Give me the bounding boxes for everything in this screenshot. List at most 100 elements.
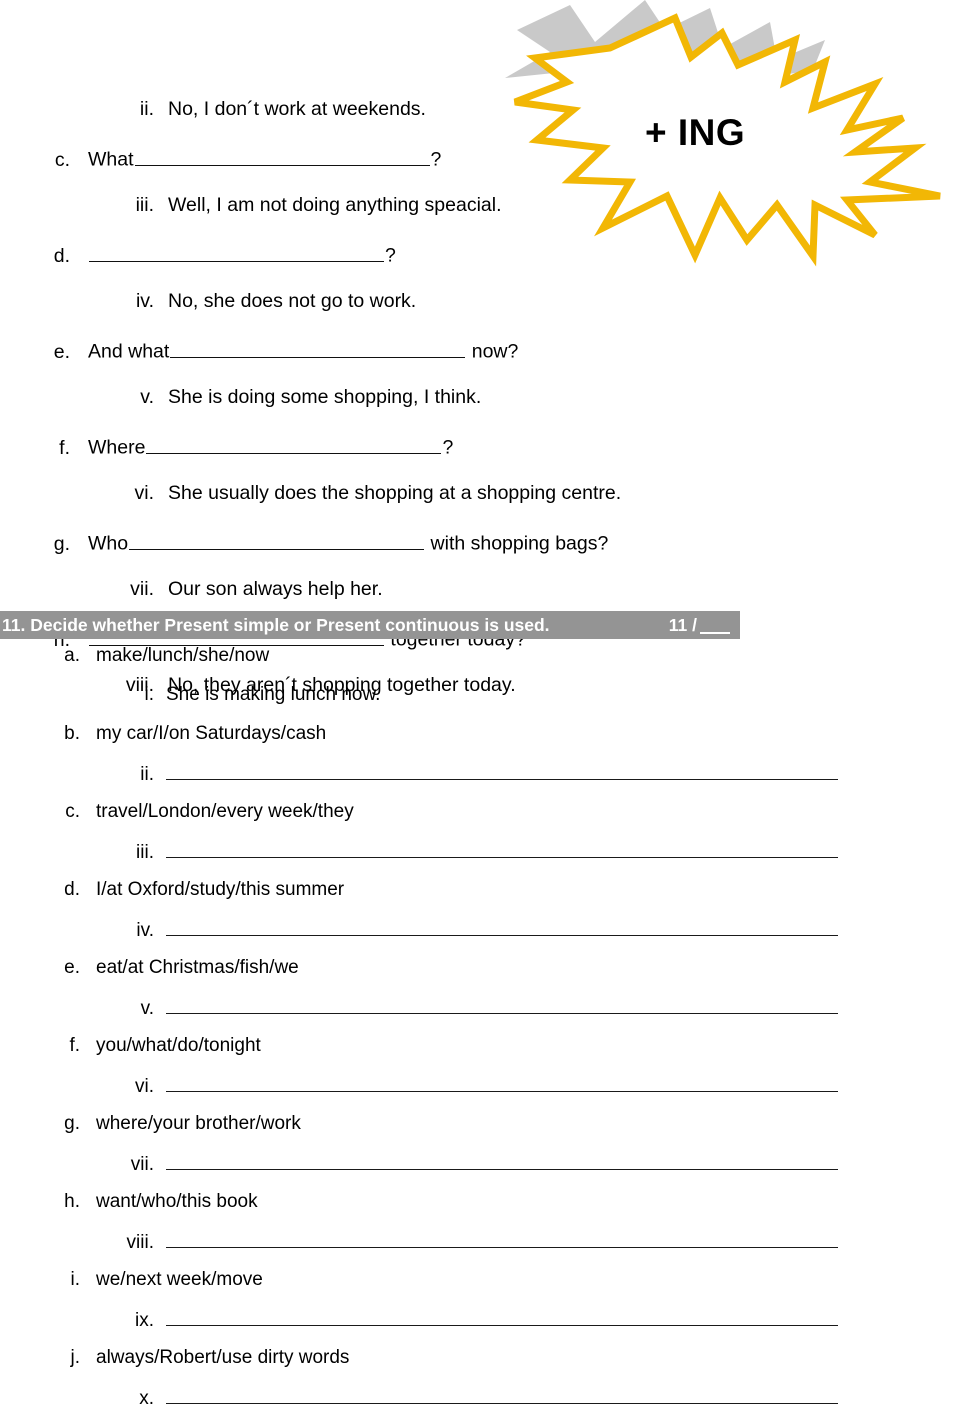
dialogue-letter-marker: g.	[53, 532, 70, 555]
dialogue-row: iv. No, she does not go to work.	[0, 290, 960, 338]
dialogue-text: ?	[385, 244, 396, 267]
fill-in-blank[interactable]	[170, 338, 466, 358]
dialogue-line: ?	[88, 242, 396, 268]
exercise-roman-marker: x.	[139, 1388, 154, 1410]
exercise-row: i. She is making lunch now.	[0, 684, 960, 723]
dialogue-text: Well, I am not doing anything speacial.	[168, 194, 502, 216]
exercise-prompt-text: my car/I/on Saturdays/cash	[96, 723, 327, 744]
exercise-section: a. make/lunch/she/now i. She is making lunc…	[0, 645, 960, 1425]
exercise-row: iii.	[0, 840, 960, 879]
exercise-letter-marker: e.	[64, 957, 80, 978]
answer-blank[interactable]	[166, 1230, 838, 1249]
section-score-blank[interactable]	[700, 631, 730, 634]
dialogue-text: No, she does not go to work.	[168, 290, 417, 312]
dialogue-roman-marker: v.	[140, 386, 154, 408]
answer-blank[interactable]	[166, 1308, 838, 1327]
answer-blank[interactable]	[166, 840, 838, 859]
exercise-roman-marker: viii.	[126, 1232, 154, 1254]
exercise-roman-marker: vii.	[130, 1154, 154, 1176]
section-score: 11 /	[669, 615, 730, 636]
dialogue-line: Who with shopping bags?	[88, 530, 608, 556]
dialogue-text: And what	[88, 340, 170, 363]
dialogue-row: v. She is doing some shopping, I think.	[0, 386, 960, 434]
answer-blank[interactable]	[166, 996, 838, 1015]
exercise-letter-marker: j.	[70, 1347, 81, 1368]
dialogue-text: now?	[466, 340, 519, 363]
dialogue-row: f. Where?	[0, 434, 960, 482]
exercise-prompt-text: I/at Oxford/study/this summer	[96, 879, 345, 900]
dialogue-row: g. Who with shopping bags?	[0, 530, 960, 578]
exercise-roman-marker: iv.	[136, 920, 154, 942]
dialogue-roman-marker: iii.	[135, 194, 154, 216]
dialogue-roman-marker: vi.	[134, 482, 155, 504]
dialogue-text: ?	[442, 436, 454, 459]
exercise-row: vii.	[0, 1152, 960, 1191]
dialogue-row: d.?	[0, 242, 960, 290]
exercise-roman-marker: v.	[140, 998, 154, 1020]
exercise-prompt-text: travel/London/every week/they	[96, 801, 354, 822]
exercise-row: g. where/your brother/work	[0, 1113, 960, 1152]
fill-in-blank[interactable]	[134, 146, 430, 166]
exercise-prompt-text: want/who/this book	[96, 1191, 258, 1212]
dialogue-line: And what now?	[88, 338, 518, 364]
answer-blank[interactable]	[166, 1386, 838, 1405]
dialogue-line: No, she does not go to work.	[168, 290, 416, 313]
dialogue-roman-marker: ii.	[139, 98, 154, 120]
exercise-roman-marker: ix.	[135, 1310, 154, 1332]
exercise-letter-marker: b.	[64, 723, 80, 744]
exercise-row: ix.	[0, 1308, 960, 1347]
exercise-roman-marker: ii.	[140, 764, 154, 786]
fill-in-blank[interactable]	[146, 434, 442, 454]
dialogue-row: c. What?	[0, 146, 960, 194]
dialogue-text: Our son always help her.	[168, 578, 383, 600]
answer-blank[interactable]	[166, 762, 838, 781]
dialogue-line: She usually does the shopping at a shopp…	[168, 482, 621, 505]
dialogue-row: ii. No, I don´t work at weekends.	[0, 98, 960, 146]
exercise-row: v.	[0, 996, 960, 1035]
exercise-row: d. I/at Oxford/study/this summer	[0, 879, 960, 918]
exercise-letter-marker: d.	[64, 879, 80, 900]
dialogue-text: Who	[88, 532, 129, 555]
dialogue-letter-marker: d.	[53, 244, 70, 267]
exercise-row: c. travel/London/every week/they	[0, 801, 960, 840]
exercise-row: e. eat/at Christmas/fish/we	[0, 957, 960, 996]
exercise-row: vi.	[0, 1074, 960, 1113]
dialogue-line: No, I don´t work at weekends.	[168, 98, 426, 121]
exercise-row: i. we/next week/move	[0, 1269, 960, 1308]
exercise-row: a. make/lunch/she/now	[0, 645, 960, 684]
exercise-prompt-text: you/what/do/tonight	[96, 1035, 261, 1056]
dialogue-text: She is doing some shopping, I think.	[168, 386, 482, 408]
section-score-label: 11 /	[668, 614, 697, 635]
dialogue-letter-marker: f.	[59, 436, 70, 459]
section-title: 11. Decide whether Present simple or Pre…	[2, 614, 550, 635]
exercise-row: b. my car/I/on Saturdays/cash	[0, 723, 960, 762]
dialogue-row: e. And what now?	[0, 338, 960, 386]
dialogue-line: Our son always help her.	[168, 578, 383, 601]
exercise-row: viii.	[0, 1230, 960, 1269]
exercise-prompt-text: we/next week/move	[96, 1269, 263, 1290]
exercise-letter-marker: h.	[64, 1191, 80, 1212]
fill-in-blank[interactable]	[89, 242, 384, 262]
exercise-roman-marker: vi.	[135, 1076, 154, 1098]
exercise-letter-marker: i.	[70, 1269, 81, 1290]
answer-blank[interactable]	[166, 918, 838, 937]
dialogue-roman-marker: vii.	[130, 578, 154, 600]
dialogue-letter-marker: e.	[53, 340, 70, 363]
dialogue-line: Well, I am not doing anything speacial.	[168, 194, 502, 217]
exercise-row: j. always/Robert/use dirty words	[0, 1347, 960, 1386]
dialogue-line: She is doing some shopping, I think.	[168, 386, 481, 409]
answer-blank[interactable]	[166, 1074, 838, 1093]
answer-blank[interactable]	[166, 1152, 838, 1171]
exercise-prompt-text: always/Robert/use dirty words	[96, 1347, 350, 1368]
section-header-bar: 11. Decide whether Present simple or Pre…	[0, 611, 740, 639]
dialogue-text: with shopping bags?	[425, 532, 609, 555]
exercise-row: h. want/who/this book	[0, 1191, 960, 1230]
exercise-roman-marker: i.	[144, 684, 155, 705]
fill-in-blank[interactable]	[129, 530, 425, 550]
dialogue-text: What	[88, 148, 134, 171]
exercise-letter-marker: g.	[64, 1113, 80, 1134]
exercise-row: iv.	[0, 918, 960, 957]
dialogue-text: No, I don´t work at weekends.	[168, 98, 426, 120]
exercise-row: f. you/what/do/tonight	[0, 1035, 960, 1074]
exercise-letter-marker: f.	[69, 1035, 80, 1056]
